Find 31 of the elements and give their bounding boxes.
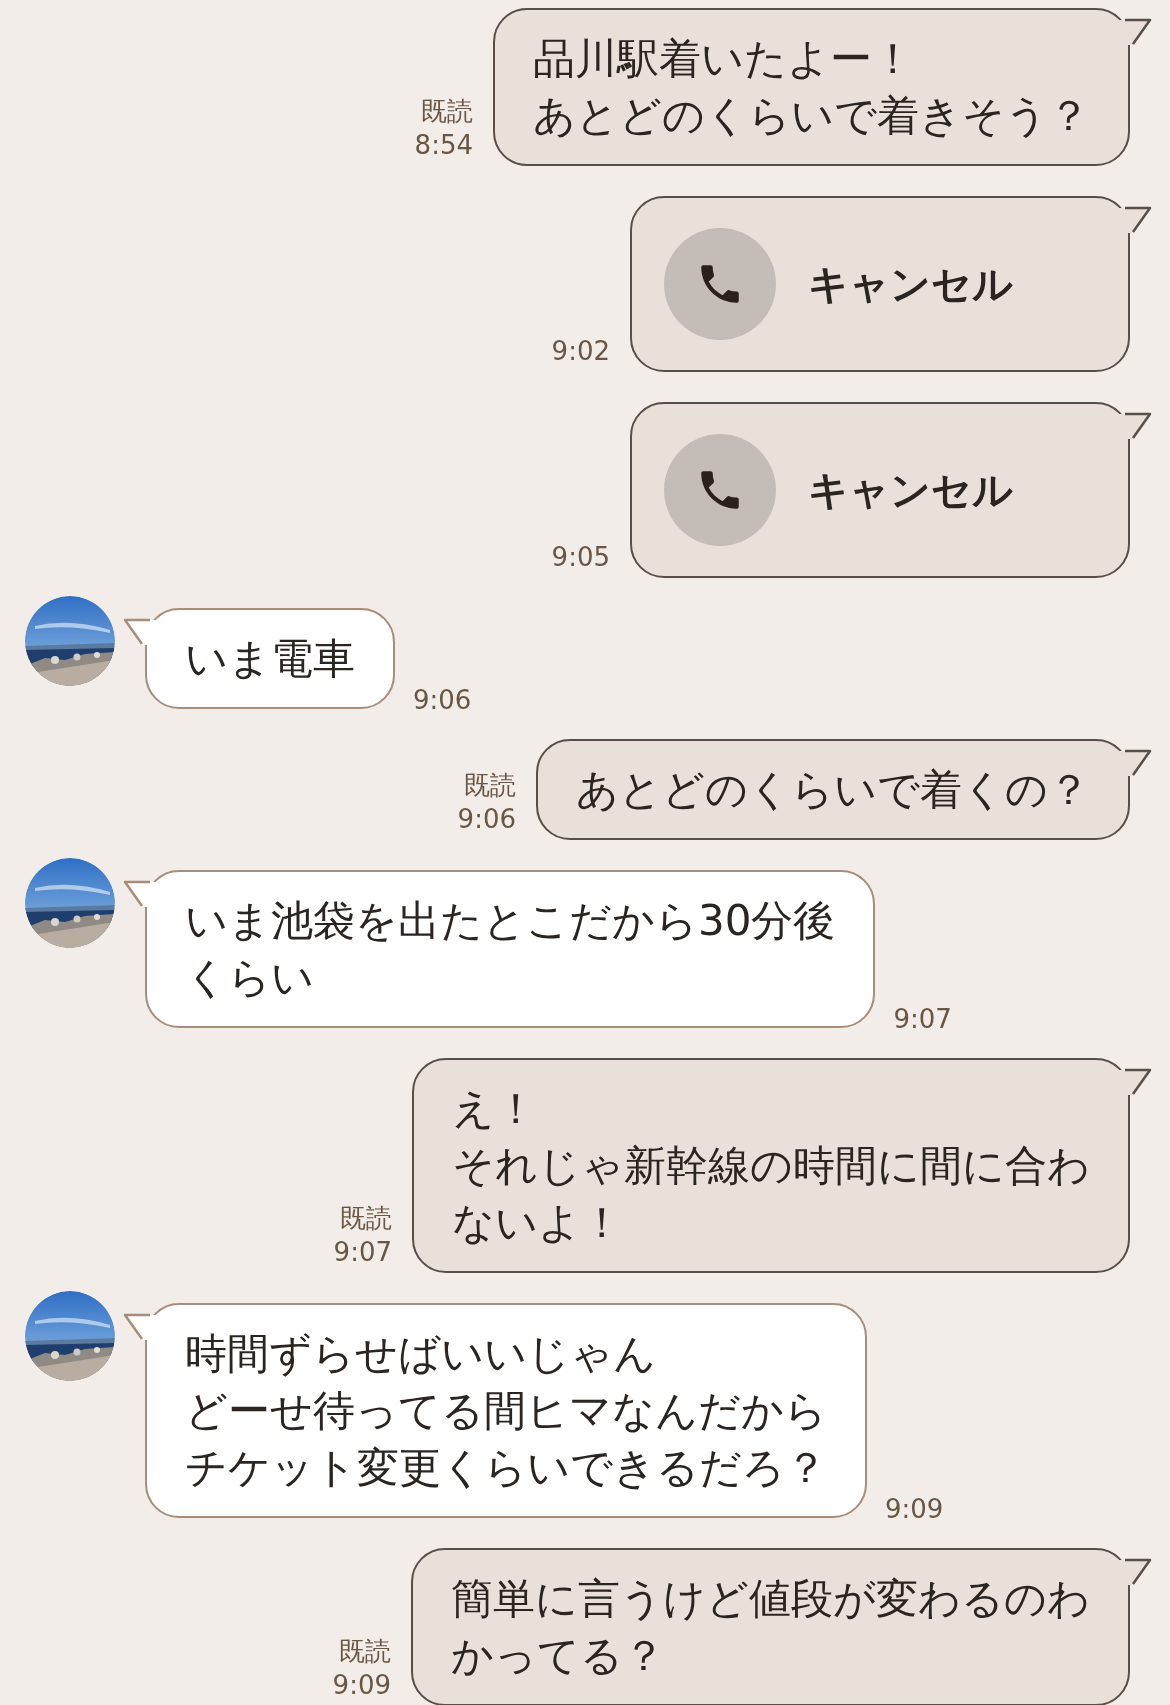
message-time: 9:02 — [551, 335, 610, 368]
call-bubble[interactable]: キャンセル — [630, 196, 1130, 372]
message-time: 9:06 — [413, 684, 472, 717]
message-time: 9:07 — [893, 1003, 952, 1036]
message-time: 9:09 — [885, 1493, 944, 1526]
message-text: くらい — [185, 952, 315, 1004]
message-text: かってる？ — [451, 1630, 666, 1682]
message-text: え！ — [452, 1083, 538, 1135]
message-text: ないよ！ — [452, 1197, 624, 1249]
message-text: 時間ずらせばいいじゃん — [185, 1328, 657, 1380]
message-text: 品川駅着いたよー！ — [533, 33, 915, 85]
call-bubble[interactable]: キャンセル — [630, 402, 1130, 578]
message-text: いま池袋を出たとこだから30分後 — [185, 895, 836, 947]
message-text: それじゃ新幹線の時間に間に合わ — [452, 1140, 1090, 1192]
message-text: あとどのくらいで着きそう？ — [533, 90, 1090, 142]
message-text: いま電車 — [185, 633, 355, 685]
message-text: どーせ待ってる間ヒマなんだから — [185, 1385, 827, 1437]
read-receipt: 既読 — [339, 1635, 391, 1668]
call-status: キャンセル — [808, 260, 1013, 309]
message-time: 9:05 — [551, 541, 610, 574]
message-text: 簡単に言うけど値段が変わるのわ — [451, 1573, 1090, 1625]
message-time: 9:06 — [457, 803, 516, 836]
read-receipt: 既読 — [421, 95, 473, 128]
message-time: 9:09 — [332, 1669, 391, 1702]
message-time: 8:54 — [414, 129, 473, 162]
call-status: キャンセル — [808, 466, 1013, 515]
read-receipt: 既読 — [340, 1202, 392, 1235]
message-text: あとどのくらいで着くの？ — [576, 764, 1090, 816]
message-time: 9:07 — [333, 1236, 392, 1269]
read-receipt: 既読 — [464, 769, 516, 802]
message-text: チケット変更くらいできるだろ？ — [185, 1442, 827, 1494]
